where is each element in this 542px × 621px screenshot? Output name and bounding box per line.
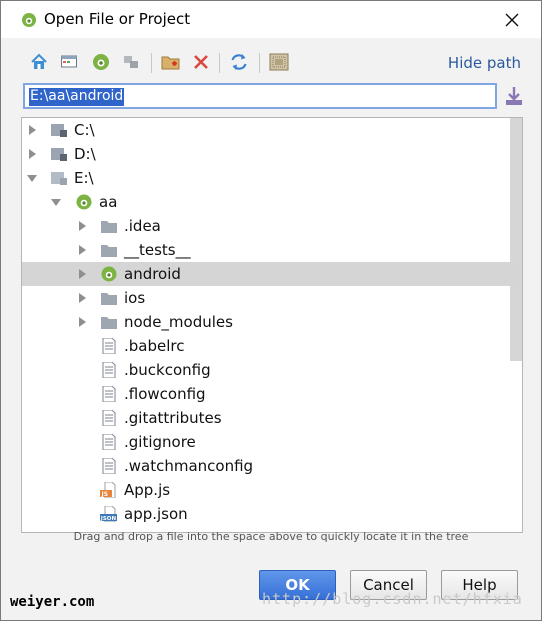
close-button[interactable] [497, 5, 527, 35]
watermark-left: weiyer.com [10, 594, 95, 610]
text-file-icon [102, 362, 116, 378]
tree-row-gitignore[interactable]: .gitignore [22, 430, 522, 454]
tree-row-label: aa [99, 193, 118, 211]
android-studio-icon [22, 13, 36, 27]
tree-row-android[interactable]: android [22, 262, 522, 286]
js-file-icon: JS [100, 482, 116, 498]
show-hidden-icon [269, 53, 289, 71]
tree-row-gitattributes[interactable]: .gitattributes [22, 406, 522, 430]
new-folder-icon [161, 56, 180, 70]
module-icon [124, 56, 138, 68]
tree-row-label: D:\ [74, 145, 96, 163]
new-folder-button[interactable] [159, 50, 183, 74]
tree-row-c-drive[interactable]: C:\ [22, 118, 522, 142]
close-icon [505, 13, 519, 27]
svg-text:JS: JS [101, 491, 109, 498]
tree-row-label: app.json [124, 505, 188, 523]
hide-path-link[interactable]: Hide path [448, 54, 521, 72]
tree-row-idea[interactable]: .idea [22, 214, 522, 238]
refresh-icon [231, 54, 247, 70]
collapsed-arrow-icon[interactable] [76, 244, 88, 256]
open-file-dialog: Open File or Project Hide path E:\aa\and… [0, 0, 542, 621]
refresh-button[interactable] [227, 50, 251, 74]
toolbar-separator [219, 53, 220, 73]
path-history-button[interactable] [503, 85, 525, 107]
download-arrow-icon [506, 87, 522, 105]
tree-row-label: .buckconfig [124, 361, 211, 379]
toolbar-separator [259, 53, 260, 73]
collapsed-arrow-icon[interactable] [76, 220, 88, 232]
text-file-icon [102, 434, 116, 450]
watermark-right: http://blog.csdn.net/hfxia [262, 590, 523, 608]
text-file-icon [102, 458, 116, 474]
delete-button[interactable] [189, 50, 213, 74]
toolbar-separator [151, 53, 152, 73]
home-icon [31, 53, 47, 69]
toolbar: Hide path [9, 50, 533, 76]
tree-row-app-json[interactable]: JSON app.json [22, 502, 522, 526]
android-project-icon [101, 266, 117, 282]
tree-row-babelrc[interactable]: .babelrc [22, 334, 522, 358]
drag-drop-hint: Drag and drop a file into the space abov… [73, 530, 469, 543]
module-button[interactable] [119, 50, 143, 74]
collapsed-arrow-icon[interactable] [76, 268, 88, 280]
tree-row-e-drive[interactable]: E:\ [22, 166, 522, 190]
drive-icon [51, 148, 67, 161]
json-file-icon: JSON [100, 506, 117, 522]
tree-row-watchmanconfig[interactable]: .watchmanconfig [22, 454, 522, 478]
text-file-icon [102, 386, 116, 402]
tree-row-label: .gitattributes [124, 409, 222, 427]
tree-row-tests[interactable]: __tests__ [22, 238, 522, 262]
folder-icon [101, 317, 117, 329]
tree-row-label: App.js [124, 481, 171, 499]
folder-icon [101, 293, 117, 305]
collapsed-arrow-icon[interactable] [26, 148, 38, 160]
tree-row-node-modules[interactable]: node_modules [22, 310, 522, 334]
project-icon [93, 54, 109, 70]
tree-row-label: ios [124, 289, 146, 307]
tree-row-label: .babelrc [124, 337, 185, 355]
tree-row-app-js[interactable]: JS App.js [22, 478, 522, 502]
tree-row-d-drive[interactable]: D:\ [22, 142, 522, 166]
expanded-arrow-icon[interactable] [26, 172, 38, 184]
android-project-icon [76, 194, 92, 210]
collapsed-arrow-icon[interactable] [76, 292, 88, 304]
text-file-icon [102, 410, 116, 426]
tree-row-aa[interactable]: aa [22, 190, 522, 214]
tree-row-label: .gitignore [124, 433, 196, 451]
text-file-icon [102, 338, 116, 354]
collapsed-arrow-icon[interactable] [76, 316, 88, 328]
svg-text:JSON: JSON [100, 516, 116, 522]
collapsed-arrow-icon[interactable] [26, 124, 38, 136]
tree-row-ios[interactable]: ios [22, 286, 522, 310]
drive-icon [51, 124, 67, 137]
folder-icon [101, 221, 117, 233]
tree-row-label: C:\ [74, 121, 95, 139]
file-tree[interactable]: C:\ D:\ E:\ aa .idea __tests__ android i… [21, 117, 523, 533]
path-input[interactable]: E:\aa\android [29, 88, 125, 106]
tree-row-label: E:\ [74, 169, 94, 187]
delete-icon [194, 55, 208, 69]
tree-row-label: android [124, 265, 181, 283]
title-bar: Open File or Project [1, 1, 541, 38]
tree-row-buckconfig[interactable]: .buckconfig [22, 358, 522, 382]
dialog-content: Hide path E:\aa\android C:\ D:\ E:\ aa .… [9, 38, 533, 614]
tree-row-label: node_modules [124, 313, 233, 331]
tree-row-flowconfig[interactable]: .flowconfig [22, 382, 522, 406]
expanded-arrow-icon[interactable] [50, 196, 62, 208]
path-field[interactable]: E:\aa\android [23, 83, 497, 109]
tree-row-label: .watchmanconfig [124, 457, 254, 475]
home-button[interactable] [27, 50, 51, 74]
tree-row-label: .flowconfig [124, 385, 206, 403]
drive-icon [51, 172, 67, 185]
folder-icon [101, 245, 117, 257]
dialog-title: Open File or Project [44, 10, 191, 28]
desktop-button[interactable] [57, 50, 81, 74]
desktop-icon [61, 55, 77, 68]
show-hidden-button[interactable] [267, 50, 291, 74]
tree-row-label: .idea [124, 217, 161, 235]
tree-row-label: __tests__ [124, 241, 191, 259]
project-button[interactable] [89, 50, 113, 74]
